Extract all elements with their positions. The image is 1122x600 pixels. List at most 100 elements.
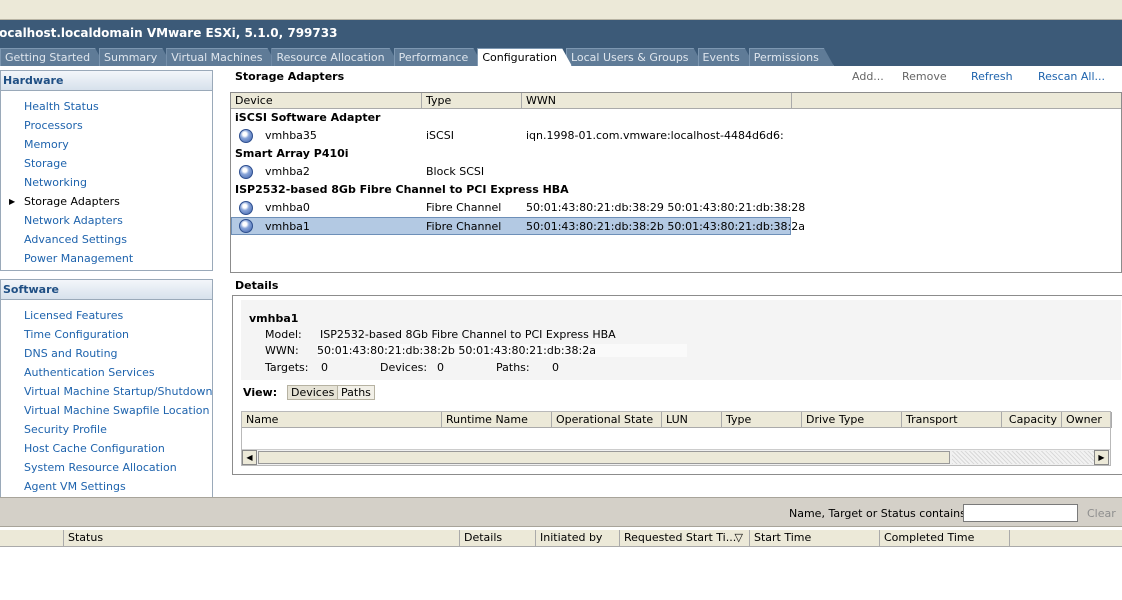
sidebar-item-processors[interactable]: Processors: [1, 116, 212, 135]
recent-tasks-toolbar: Name, Target or Status contains: ▾ Clear: [0, 497, 1122, 527]
sidebar-item-power-management[interactable]: Power Management: [1, 249, 212, 268]
sidebar-item-host-cache-configuration[interactable]: Host Cache Configuration: [1, 439, 212, 458]
filter-label[interactable]: Name, Target or Status contains: ▾: [789, 507, 979, 520]
column-type[interactable]: Type: [722, 412, 802, 428]
sidebar-item-label: Storage Adapters: [24, 195, 120, 208]
sidebar-item-agent-vm-settings[interactable]: Agent VM Settings: [1, 477, 212, 496]
targets-label: Targets:: [265, 361, 309, 374]
sidebar-item-time-configuration[interactable]: Time Configuration: [1, 325, 212, 344]
sidebar-item-storage-adapters[interactable]: ▶ Storage Adapters: [1, 192, 212, 211]
sidebar-item-system-resource-allocation[interactable]: System Resource Allocation: [1, 458, 212, 477]
column-status[interactable]: Status: [64, 530, 460, 547]
sidebar-item-storage[interactable]: Storage: [1, 154, 212, 173]
software-section-title: Software: [1, 280, 212, 300]
column-requested-start-time[interactable]: Requested Start Ti... ▽: [620, 530, 750, 547]
view-paths-button[interactable]: Paths: [337, 385, 375, 400]
hardware-section: Hardware Health Status Processors Memory…: [0, 70, 213, 271]
column-name[interactable]: Name: [242, 412, 442, 428]
column-wwn[interactable]: WWN: [522, 93, 792, 109]
sidebar-item-memory[interactable]: Memory: [1, 135, 212, 154]
column-owner[interactable]: Owner: [1062, 412, 1112, 428]
column-details[interactable]: Details: [460, 530, 536, 547]
tab-resource-allocation[interactable]: Resource Allocation: [271, 48, 399, 66]
column-type[interactable]: Type: [422, 93, 522, 109]
tab-local-users-groups[interactable]: Local Users & Groups: [566, 48, 704, 66]
column-device[interactable]: Device: [231, 93, 422, 109]
model-value: ISP2532-based 8Gb Fibre Channel to PCI E…: [320, 328, 616, 341]
sidebar-item-networking[interactable]: Networking: [1, 173, 212, 192]
cell-device: vmhba0: [265, 201, 310, 214]
tab-configuration[interactable]: Configuration: [477, 48, 572, 66]
scroll-left-icon[interactable]: ◀: [242, 450, 257, 465]
clear-button[interactable]: Clear: [1087, 507, 1116, 520]
sidebar-item-licensed-features[interactable]: Licensed Features: [1, 306, 212, 325]
column-initiated-by[interactable]: Initiated by: [536, 530, 620, 547]
cell-type: Fibre Channel: [426, 220, 502, 233]
cell-device: vmhba35: [265, 129, 317, 142]
column-lun[interactable]: LUN: [662, 412, 722, 428]
table-row[interactable]: vmhba2 Block SCSI: [231, 163, 1121, 181]
model-label: Model:: [265, 328, 302, 341]
refresh-button[interactable]: Refresh: [971, 70, 1013, 83]
paths-value: 0: [552, 361, 559, 374]
horizontal-scrollbar[interactable]: ◀ ▶: [242, 449, 1110, 465]
view-devices-button[interactable]: Devices: [287, 385, 339, 400]
wwn-label: WWN:: [265, 344, 299, 357]
adapter-name: vmhba1: [249, 312, 299, 325]
table-row-selected[interactable]: vmhba1 Fibre Channel 50:01:43:80:21:db:3…: [231, 217, 805, 235]
targets-value: 0: [321, 361, 328, 374]
cell-type: iSCSI: [426, 129, 454, 142]
table-row[interactable]: vmhba35 iSCSI iqn.1998-01.com.vmware:loc…: [231, 127, 1121, 145]
column-drive-type[interactable]: Drive Type: [802, 412, 902, 428]
column-transport[interactable]: Transport: [902, 412, 1002, 428]
tab-performance[interactable]: Performance: [394, 48, 484, 66]
table-row[interactable]: vmhba0 Fibre Channel 50:01:43:80:21:db:3…: [231, 199, 1121, 217]
wwn-value: 50:01:43:80:21:db:38:2b 50:01:43:80:21:d…: [317, 344, 687, 357]
sidebar-item-vm-startup-shutdown[interactable]: Virtual Machine Startup/Shutdown: [1, 382, 212, 401]
sidebar-item-advanced-settings[interactable]: Advanced Settings: [1, 230, 212, 249]
software-section: Software Licensed Features Time Configur…: [0, 279, 213, 497]
rescan-all-button[interactable]: Rescan All...: [1038, 70, 1105, 83]
hba-adapter-icon: [239, 201, 253, 215]
sidebar-item-security-profile[interactable]: Security Profile: [1, 420, 212, 439]
column-completed-time[interactable]: Completed Time: [880, 530, 1010, 547]
adapter-group: Smart Array P410i: [235, 147, 349, 160]
sidebar-item-network-adapters[interactable]: Network Adapters: [1, 211, 212, 230]
devices-table-header: Name Runtime Name Operational State LUN …: [242, 412, 1112, 428]
scrollbar-thumb[interactable]: [258, 451, 950, 464]
sidebar-item-vm-swapfile-location[interactable]: Virtual Machine Swapfile Location: [1, 401, 212, 420]
cell-wwn: 50:01:43:80:21:db:38:29 50:01:43:80:21:d…: [526, 201, 806, 214]
hba-adapter-icon: [239, 165, 253, 179]
top-menu-strip: [0, 0, 1122, 20]
cell-wwn: 50:01:43:80:21:db:38:2b 50:01:43:80:21:d…: [526, 220, 805, 233]
column-runtime-name[interactable]: Runtime Name: [442, 412, 552, 428]
task-filter-input[interactable]: [963, 504, 1078, 522]
storage-adapters-table: Device Type WWN iSCSI Software Adapter v…: [230, 92, 1122, 273]
cell-type: Block SCSI: [426, 165, 485, 178]
add-button[interactable]: Add...: [852, 70, 884, 83]
configuration-sidebar: Hardware Health Status Processors Memory…: [0, 70, 213, 503]
selected-arrow-icon: ▶: [9, 197, 16, 206]
cell-wwn: iqn.1998-01.com.vmware:localhost-4484d6d…: [526, 129, 784, 142]
sort-descending-icon: ▽: [734, 531, 743, 544]
tab-events[interactable]: Events: [698, 48, 755, 66]
remove-button[interactable]: Remove: [902, 70, 947, 83]
column-name-blank[interactable]: [0, 530, 64, 547]
scroll-right-icon[interactable]: ▶: [1094, 450, 1109, 465]
host-header: localhost.localdomain VMware ESXi, 5.1.0…: [0, 20, 1122, 66]
tab-permissions[interactable]: Permissions: [749, 48, 834, 66]
scrollbar-track[interactable]: [952, 451, 1094, 464]
hba-adapter-icon: [239, 129, 253, 143]
sidebar-item-health-status[interactable]: Health Status: [1, 97, 212, 116]
sidebar-item-dns-routing[interactable]: DNS and Routing: [1, 344, 212, 363]
column-capacity[interactable]: Capacity: [1002, 412, 1062, 428]
tab-getting-started[interactable]: Getting Started: [0, 48, 105, 66]
devices-value: 0: [437, 361, 444, 374]
column-start-time[interactable]: Start Time: [750, 530, 880, 547]
sidebar-item-authentication-services[interactable]: Authentication Services: [1, 363, 212, 382]
adapter-actions: Add... Remove Refresh Rescan All...: [0, 70, 1122, 84]
view-label: View:: [243, 386, 278, 399]
tab-virtual-machines[interactable]: Virtual Machines: [166, 48, 277, 66]
tab-summary[interactable]: Summary: [99, 48, 172, 66]
column-operational-state[interactable]: Operational State: [552, 412, 662, 428]
